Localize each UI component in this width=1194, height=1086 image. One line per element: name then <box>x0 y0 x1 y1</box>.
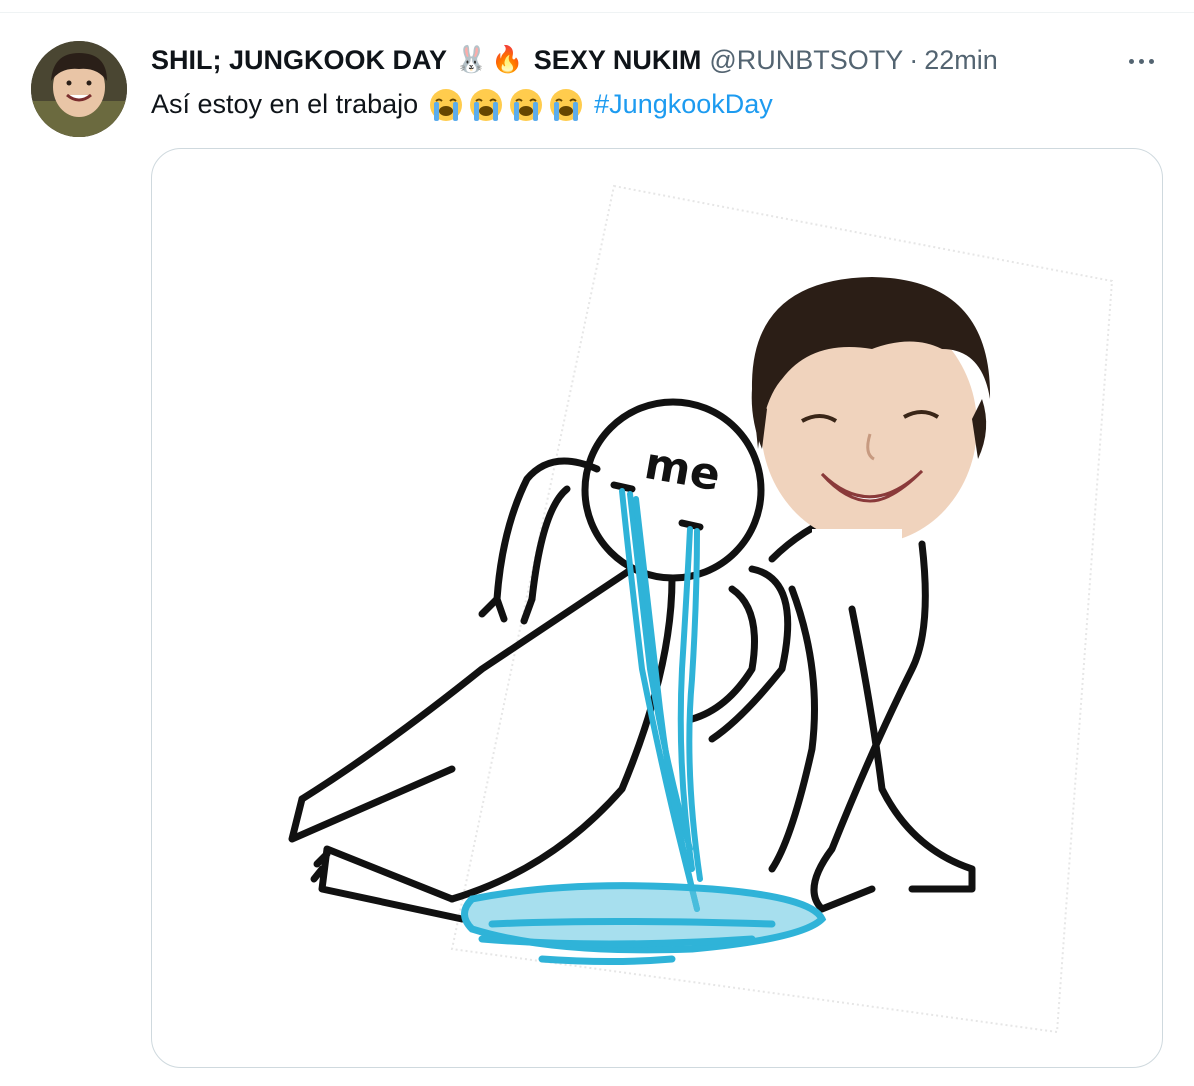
tweet-header: SHIL; JUNGKOOK DAY 🐰 🔥 SEXY NUKIM @RUNBT… <box>151 43 998 77</box>
crying-emoji-row <box>428 85 588 123</box>
loudly-crying-face-icon <box>468 87 504 123</box>
tweet[interactable]: SHIL; JUNGKOOK DAY 🐰 🔥 SEXY NUKIM @RUNBT… <box>0 13 1194 1086</box>
display-name-suffix[interactable]: SEXY NUKIM <box>534 43 702 77</box>
loudly-crying-face-icon <box>428 87 464 123</box>
user-handle[interactable]: @RUNBTSOTY <box>709 43 903 77</box>
fire-emoji-icon: 🔥 <box>491 45 524 75</box>
tweet-body-text: Así estoy en el trabajo <box>151 89 419 119</box>
separator-dot: · <box>909 45 919 75</box>
loudly-crying-face-icon <box>508 87 544 123</box>
avatar[interactable] <box>31 41 127 137</box>
timestamp[interactable]: 22min <box>924 43 998 77</box>
meme-drawing: me <box>288 184 1114 1034</box>
tweet-text: Así estoy en el trabajo #JungkookDay <box>151 86 773 122</box>
loudly-crying-face-icon <box>548 87 584 123</box>
display-name[interactable]: SHIL; JUNGKOOK DAY <box>151 43 447 77</box>
rabbit-emoji-icon: 🐰 <box>455 45 488 75</box>
hashtag-link[interactable]: #JungkookDay <box>594 86 773 122</box>
tweet-media-image[interactable]: me <box>151 148 1163 1068</box>
face-photo <box>751 277 991 569</box>
more-horizontal-icon[interactable] <box>1124 51 1158 71</box>
avatar-image <box>31 41 127 137</box>
